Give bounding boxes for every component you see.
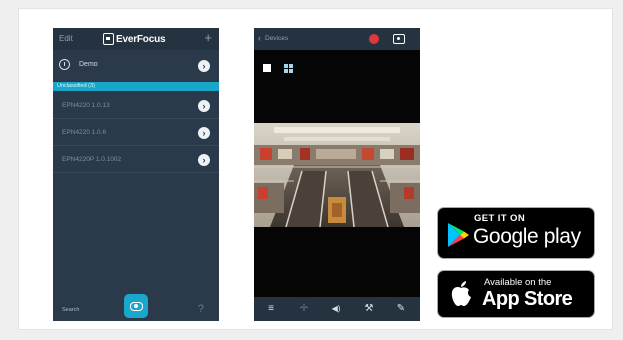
device-list-screenshot: Edit EverFocus + Demo › Unclassified (3)… — [53, 28, 219, 321]
google-play-badge[interactable]: GET IT ON Google play — [437, 207, 595, 259]
logo-text: EverFocus — [116, 33, 166, 45]
viewer-toolbar: ≡ ✛ ◀) ⚒ ✎ — [254, 297, 420, 321]
back-button[interactable]: Devices — [265, 35, 288, 42]
camera-video-frame — [254, 123, 420, 227]
settings-wrench-icon[interactable]: ⚒ — [361, 303, 377, 315]
device-label: EPN4220 1.0.6 — [62, 129, 107, 136]
device-label: EPN4220P 1.0.1002 — [62, 156, 122, 163]
audio-icon[interactable]: ◀) — [328, 303, 344, 315]
device-list-item[interactable]: EPN4220 1.0.6 › — [53, 119, 219, 146]
edit-pen-icon[interactable]: ✎ — [393, 303, 409, 315]
demo-label: Demo — [79, 61, 98, 68]
badge-small-text: Available on the — [484, 277, 552, 288]
everfocus-logo: EverFocus — [103, 31, 166, 47]
chevron-right-icon[interactable]: › — [198, 60, 210, 72]
snapshot-icon[interactable] — [393, 34, 405, 44]
device-label: EPN4220 1.0.13 — [62, 102, 110, 109]
add-device-button[interactable]: + — [204, 31, 212, 44]
back-chevron-icon[interactable]: ‹ — [258, 33, 261, 43]
demo-row[interactable]: Demo › — [53, 55, 219, 77]
app-header: Edit EverFocus + — [53, 28, 219, 50]
quad-view-icon[interactable] — [284, 64, 293, 73]
app-store-badge[interactable]: Available on the App Store — [437, 270, 595, 318]
section-label: Unclassified (3) — [57, 83, 95, 89]
single-view-icon[interactable] — [263, 64, 271, 72]
chevron-right-icon[interactable]: › — [198, 154, 210, 166]
live-view-button[interactable] — [124, 294, 148, 318]
apple-logo-icon — [451, 281, 471, 306]
viewer-header: ‹ Devices — [254, 28, 420, 50]
device-list-item[interactable]: EPN4220 1.0.13 › — [53, 92, 219, 119]
help-button[interactable]: ? — [198, 303, 204, 315]
menu-icon[interactable]: ≡ — [263, 303, 279, 315]
section-header: Unclassified (3) — [53, 82, 219, 91]
badge-small-text: GET IT ON — [474, 213, 526, 224]
device-list-item[interactable]: EPN4220P 1.0.1002 › — [53, 146, 219, 173]
google-play-icon — [448, 223, 469, 247]
record-icon[interactable] — [369, 34, 379, 44]
ptz-icon[interactable]: ✛ — [296, 303, 312, 315]
live-view-screenshot: ‹ Devices ≡ ✛ ◀) ⚒ ✎ — [254, 28, 420, 321]
chevron-right-icon[interactable]: › — [198, 100, 210, 112]
edit-button[interactable]: Edit — [59, 34, 73, 43]
app-footer: Search ? — [53, 294, 219, 321]
everfocus-logo-icon — [103, 33, 114, 45]
chevron-right-icon[interactable]: › — [198, 127, 210, 139]
badge-big-text: Google play — [473, 225, 581, 248]
badge-big-text: App Store — [482, 288, 573, 310]
mall-escalator-image — [254, 123, 420, 227]
search-tab[interactable]: Search — [62, 307, 79, 313]
camera-icon — [129, 301, 143, 311]
clock-icon — [59, 59, 70, 70]
